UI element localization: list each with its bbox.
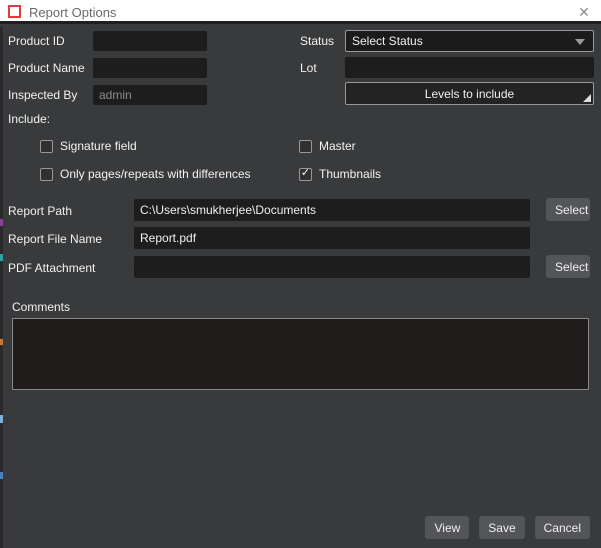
checkbox-label: Thumbnails [319,167,381,181]
checkbox-label: Signature field [60,139,137,153]
window-title: Report Options [29,5,116,20]
report-file-name-label: Report File Name [8,232,102,246]
checkbox-box[interactable] [40,140,53,153]
product-name-label: Product Name [8,61,85,75]
view-button[interactable]: View [425,516,469,539]
report-path-input[interactable] [134,199,530,221]
include-section-label: Include: [8,112,50,126]
pdf-attachment-label: PDF Attachment [8,261,95,275]
checkbox-label: Master [319,139,356,153]
cancel-button[interactable]: Cancel [535,516,590,539]
status-selected-value: Select Status [352,34,423,48]
status-label: Status [300,34,334,48]
inspected-by-input[interactable] [93,85,207,105]
inspected-by-label: Inspected By [8,88,77,102]
corner-expand-icon [583,94,591,102]
save-button[interactable]: Save [479,516,524,539]
product-name-input[interactable] [93,58,207,78]
report-path-select-button[interactable]: Select [546,198,590,221]
report-path-label: Report Path [8,204,72,218]
comments-textarea[interactable] [12,318,589,390]
report-options-dialog: Report Options ✕ Product ID Status Selec… [0,0,601,548]
product-id-label: Product ID [8,34,65,48]
edge-mark [0,219,3,226]
product-id-input[interactable] [93,31,207,51]
edge-mark [0,472,3,479]
footer-button-row: View Save Cancel [425,516,590,539]
app-icon [8,5,21,18]
pdf-attachment-input[interactable] [134,256,530,278]
edge-mark [0,415,3,423]
levels-to-include-dropdown[interactable]: Levels to include [345,82,594,105]
checkbox-label: Only pages/repeats with differences [60,167,251,181]
checkbox-thumbnails[interactable]: Thumbnails [299,167,381,181]
title-bar: Report Options ✕ [0,0,601,24]
chevron-down-icon [575,39,585,45]
checkbox-master[interactable]: Master [299,139,356,153]
status-dropdown[interactable]: Select Status [345,30,594,52]
background-app-edge [0,27,3,548]
comments-label: Comments [12,300,70,314]
checkbox-signature-field[interactable]: Signature field [40,139,137,153]
edge-mark [0,254,3,261]
close-icon[interactable]: ✕ [575,3,593,21]
pdf-attachment-select-button[interactable]: Select [546,255,590,278]
lot-label: Lot [300,61,317,75]
report-file-name-input[interactable] [134,227,530,249]
checkbox-box[interactable] [40,168,53,181]
lot-input[interactable] [345,57,594,78]
edge-mark [0,339,3,345]
checkbox-box[interactable] [299,140,312,153]
checkbox-box[interactable] [299,168,312,181]
levels-to-include-label: Levels to include [425,87,514,101]
checkbox-only-differences[interactable]: Only pages/repeats with differences [40,167,251,181]
